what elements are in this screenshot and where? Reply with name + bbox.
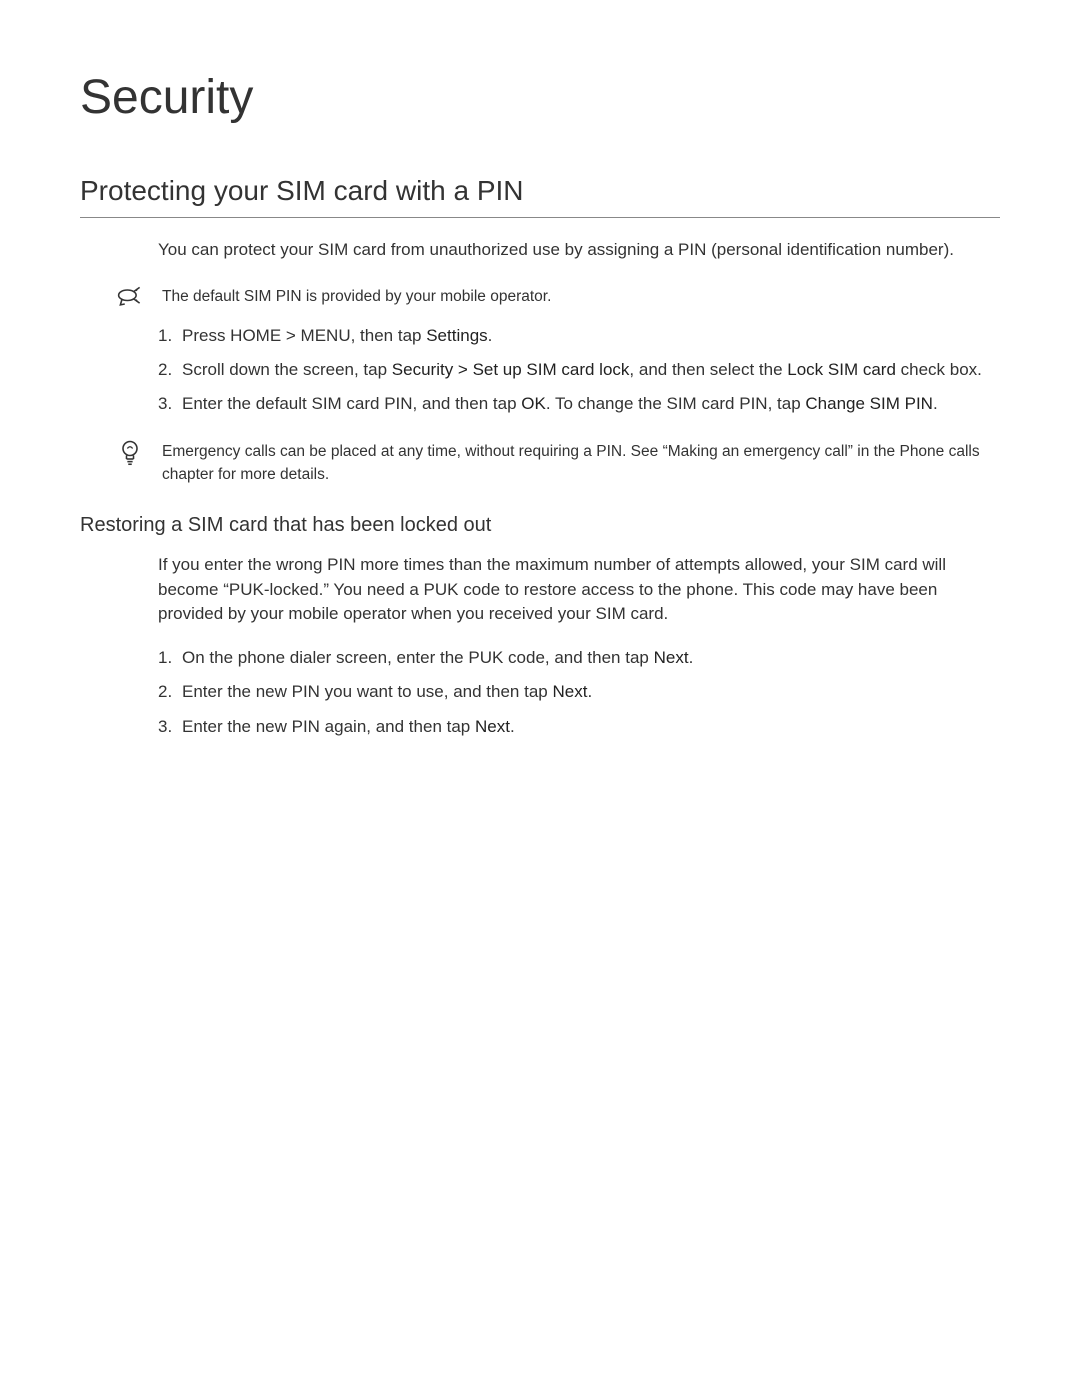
- step-text: .: [587, 682, 592, 701]
- strong-next: Next: [654, 648, 689, 667]
- page-title: Security: [80, 70, 1000, 125]
- step-3: 3. Enter the default SIM card PIN, and t…: [158, 391, 1000, 417]
- intro-block-2: If you enter the wrong PIN more times th…: [80, 553, 1000, 627]
- note-emergency-calls: Emergency calls can be placed at any tim…: [80, 436, 1000, 487]
- step-text: . To change the SIM card PIN, tap: [546, 394, 806, 413]
- step-text: .: [488, 326, 493, 345]
- strong-settings: Settings: [426, 326, 487, 345]
- note-text: The default SIM PIN is provided by your …: [162, 281, 551, 308]
- intro-text: You can protect your SIM card from unaut…: [158, 238, 1000, 263]
- step-number: 1.: [158, 323, 172, 349]
- step-number: 3.: [158, 714, 172, 740]
- section-heading-protecting: Protecting your SIM card with a PIN: [80, 175, 1000, 218]
- step-text: Enter the default SIM card PIN, and then…: [182, 394, 521, 413]
- note-text: Emergency calls can be placed at any tim…: [162, 436, 1000, 487]
- step-text: Enter the new PIN again, and then tap: [182, 717, 475, 736]
- step-text: Enter the new PIN you want to use, and t…: [182, 682, 552, 701]
- step-text: check box.: [896, 360, 982, 379]
- strong-ok: OK: [521, 394, 546, 413]
- step-1: 1. On the phone dialer screen, enter the…: [158, 645, 1000, 671]
- strong-change-sim-pin: Change SIM PIN: [805, 394, 933, 413]
- step-number: 3.: [158, 391, 172, 417]
- strong-next: Next: [475, 717, 510, 736]
- step-number: 2.: [158, 357, 172, 383]
- step-number: 2.: [158, 679, 172, 705]
- step-2: 2. Enter the new PIN you want to use, an…: [158, 679, 1000, 705]
- steps-block-2: 1. On the phone dialer screen, enter the…: [80, 645, 1000, 740]
- step-2: 2. Scroll down the screen, tap Security …: [158, 357, 1000, 383]
- megaphone-icon: [116, 283, 144, 311]
- intro-text: If you enter the wrong PIN more times th…: [158, 553, 1000, 627]
- ordered-list: 1. Press HOME > MENU, then tap Settings.…: [158, 323, 1000, 418]
- step-text: .: [933, 394, 938, 413]
- step-text: On the phone dialer screen, enter the PU…: [182, 648, 654, 667]
- strong-security-setup: Security > Set up SIM card lock: [392, 360, 630, 379]
- step-3: 3. Enter the new PIN again, and then tap…: [158, 714, 1000, 740]
- lightbulb-icon: [116, 438, 144, 466]
- step-text: Press HOME > MENU, then tap: [182, 326, 426, 345]
- ordered-list: 1. On the phone dialer screen, enter the…: [158, 645, 1000, 740]
- step-text: .: [510, 717, 515, 736]
- step-text: , and then select the: [629, 360, 787, 379]
- intro-block: You can protect your SIM card from unaut…: [80, 238, 1000, 263]
- step-text: .: [689, 648, 694, 667]
- step-1: 1. Press HOME > MENU, then tap Settings.: [158, 323, 1000, 349]
- strong-lock-sim: Lock SIM card: [787, 360, 896, 379]
- note-default-pin: The default SIM PIN is provided by your …: [80, 281, 1000, 311]
- steps-block-1: 1. Press HOME > MENU, then tap Settings.…: [80, 323, 1000, 418]
- strong-next: Next: [552, 682, 587, 701]
- step-number: 1.: [158, 645, 172, 671]
- step-text: Scroll down the screen, tap: [182, 360, 392, 379]
- subheading-restoring: Restoring a SIM card that has been locke…: [80, 514, 1000, 537]
